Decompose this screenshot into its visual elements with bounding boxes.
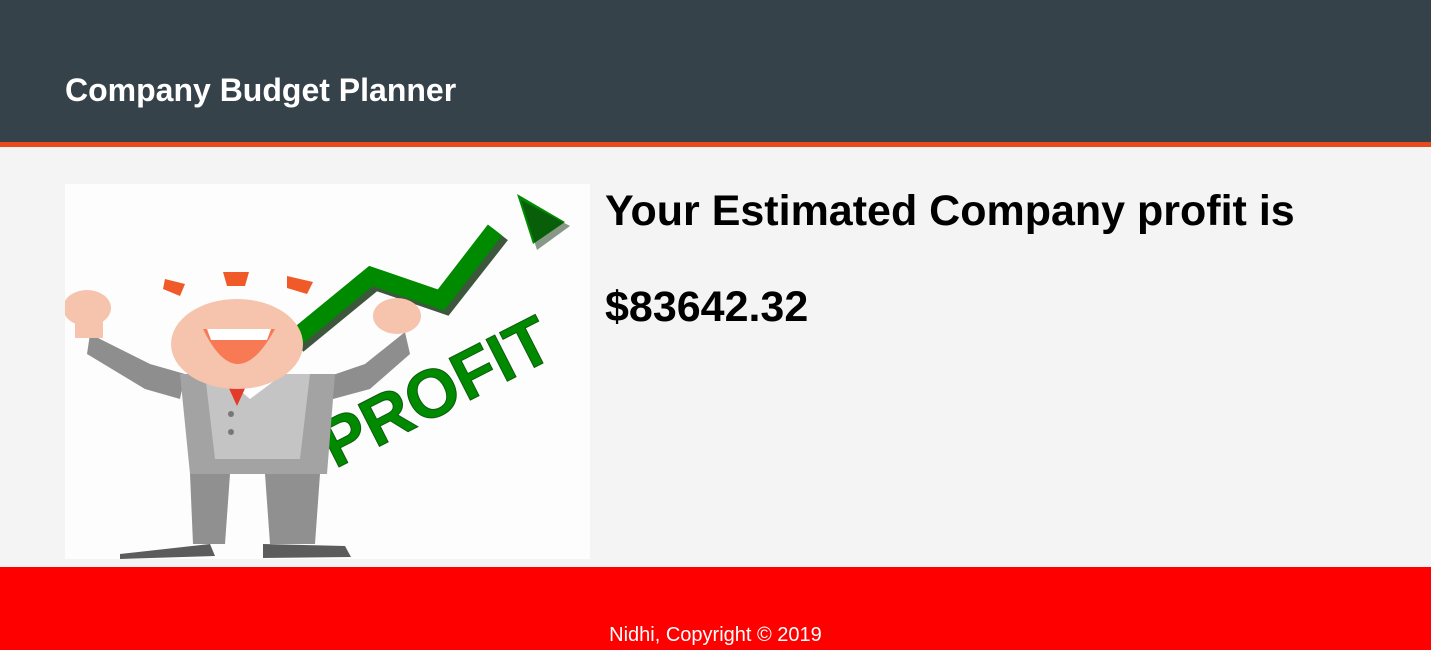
profit-businessman-illustration-icon: PROFIT — [65, 194, 570, 559]
profit-heading: Your Estimated Company profit is — [605, 187, 1295, 235]
profit-illustration: PROFIT — [65, 184, 590, 559]
page-header: Company Budget Planner — [0, 0, 1431, 147]
main-content: PROFIT Your Estimated Company profit is … — [0, 147, 1431, 567]
copyright-text: Nidhi, Copyright © 2019 — [609, 624, 822, 646]
site-title: Company Budget Planner — [65, 72, 457, 108]
profit-amount: $83642.32 — [605, 283, 809, 331]
page-footer: Nidhi, Copyright © 2019 — [0, 567, 1431, 650]
